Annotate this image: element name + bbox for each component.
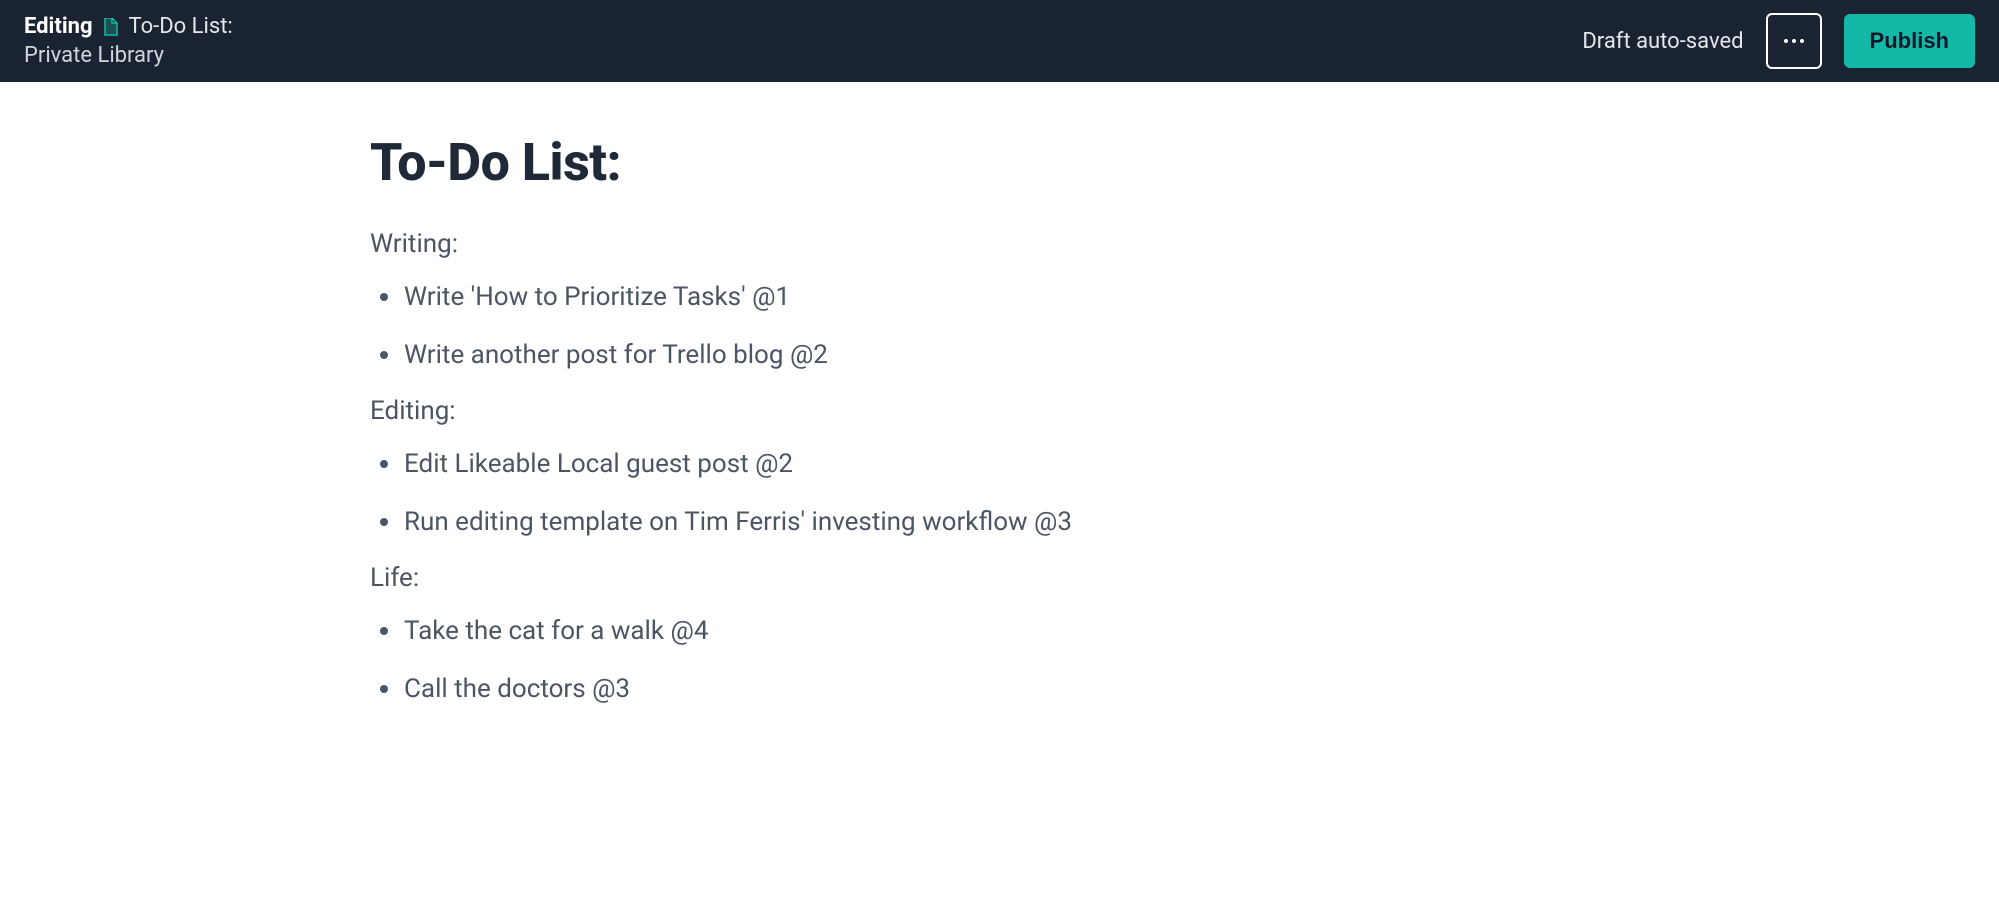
list-item[interactable]: Edit Likeable Local guest post @2: [370, 446, 1270, 482]
section-label[interactable]: Life:: [370, 563, 1270, 593]
section-label[interactable]: Writing:: [370, 229, 1270, 259]
list-item[interactable]: Take the cat for a walk @4: [370, 613, 1270, 649]
editing-label: Editing: [24, 14, 93, 39]
header-breadcrumb: Editing To-Do List:: [24, 14, 233, 39]
page-title[interactable]: To-Do List:: [370, 132, 1270, 193]
ellipsis-icon: [1784, 39, 1804, 43]
list-item[interactable]: Write 'How to Prioritize Tasks' @1: [370, 279, 1270, 315]
task-list[interactable]: Write 'How to Prioritize Tasks' @1 Write…: [370, 279, 1270, 374]
section-label[interactable]: Editing:: [370, 396, 1270, 426]
draft-status: Draft auto-saved: [1582, 29, 1743, 54]
list-item[interactable]: Write another post for Trello blog @2: [370, 337, 1270, 373]
document-title[interactable]: To-Do List:: [129, 14, 233, 39]
list-item[interactable]: Call the doctors @3: [370, 671, 1270, 707]
task-list[interactable]: Take the cat for a walk @4 Call the doct…: [370, 613, 1270, 708]
more-options-button[interactable]: [1766, 13, 1822, 69]
header-left: Editing To-Do List: Private Library: [24, 14, 233, 68]
library-label[interactable]: Private Library: [24, 43, 233, 68]
editor-header: Editing To-Do List: Private Library Draf…: [0, 0, 1999, 82]
publish-button[interactable]: Publish: [1844, 14, 1975, 68]
header-right: Draft auto-saved Publish: [1582, 13, 1975, 69]
document-icon: [103, 17, 119, 37]
task-list[interactable]: Edit Likeable Local guest post @2 Run ed…: [370, 446, 1270, 541]
editor-content[interactable]: To-Do List: Writing: Write 'How to Prior…: [370, 82, 1270, 707]
list-item[interactable]: Run editing template on Tim Ferris' inve…: [370, 504, 1270, 540]
